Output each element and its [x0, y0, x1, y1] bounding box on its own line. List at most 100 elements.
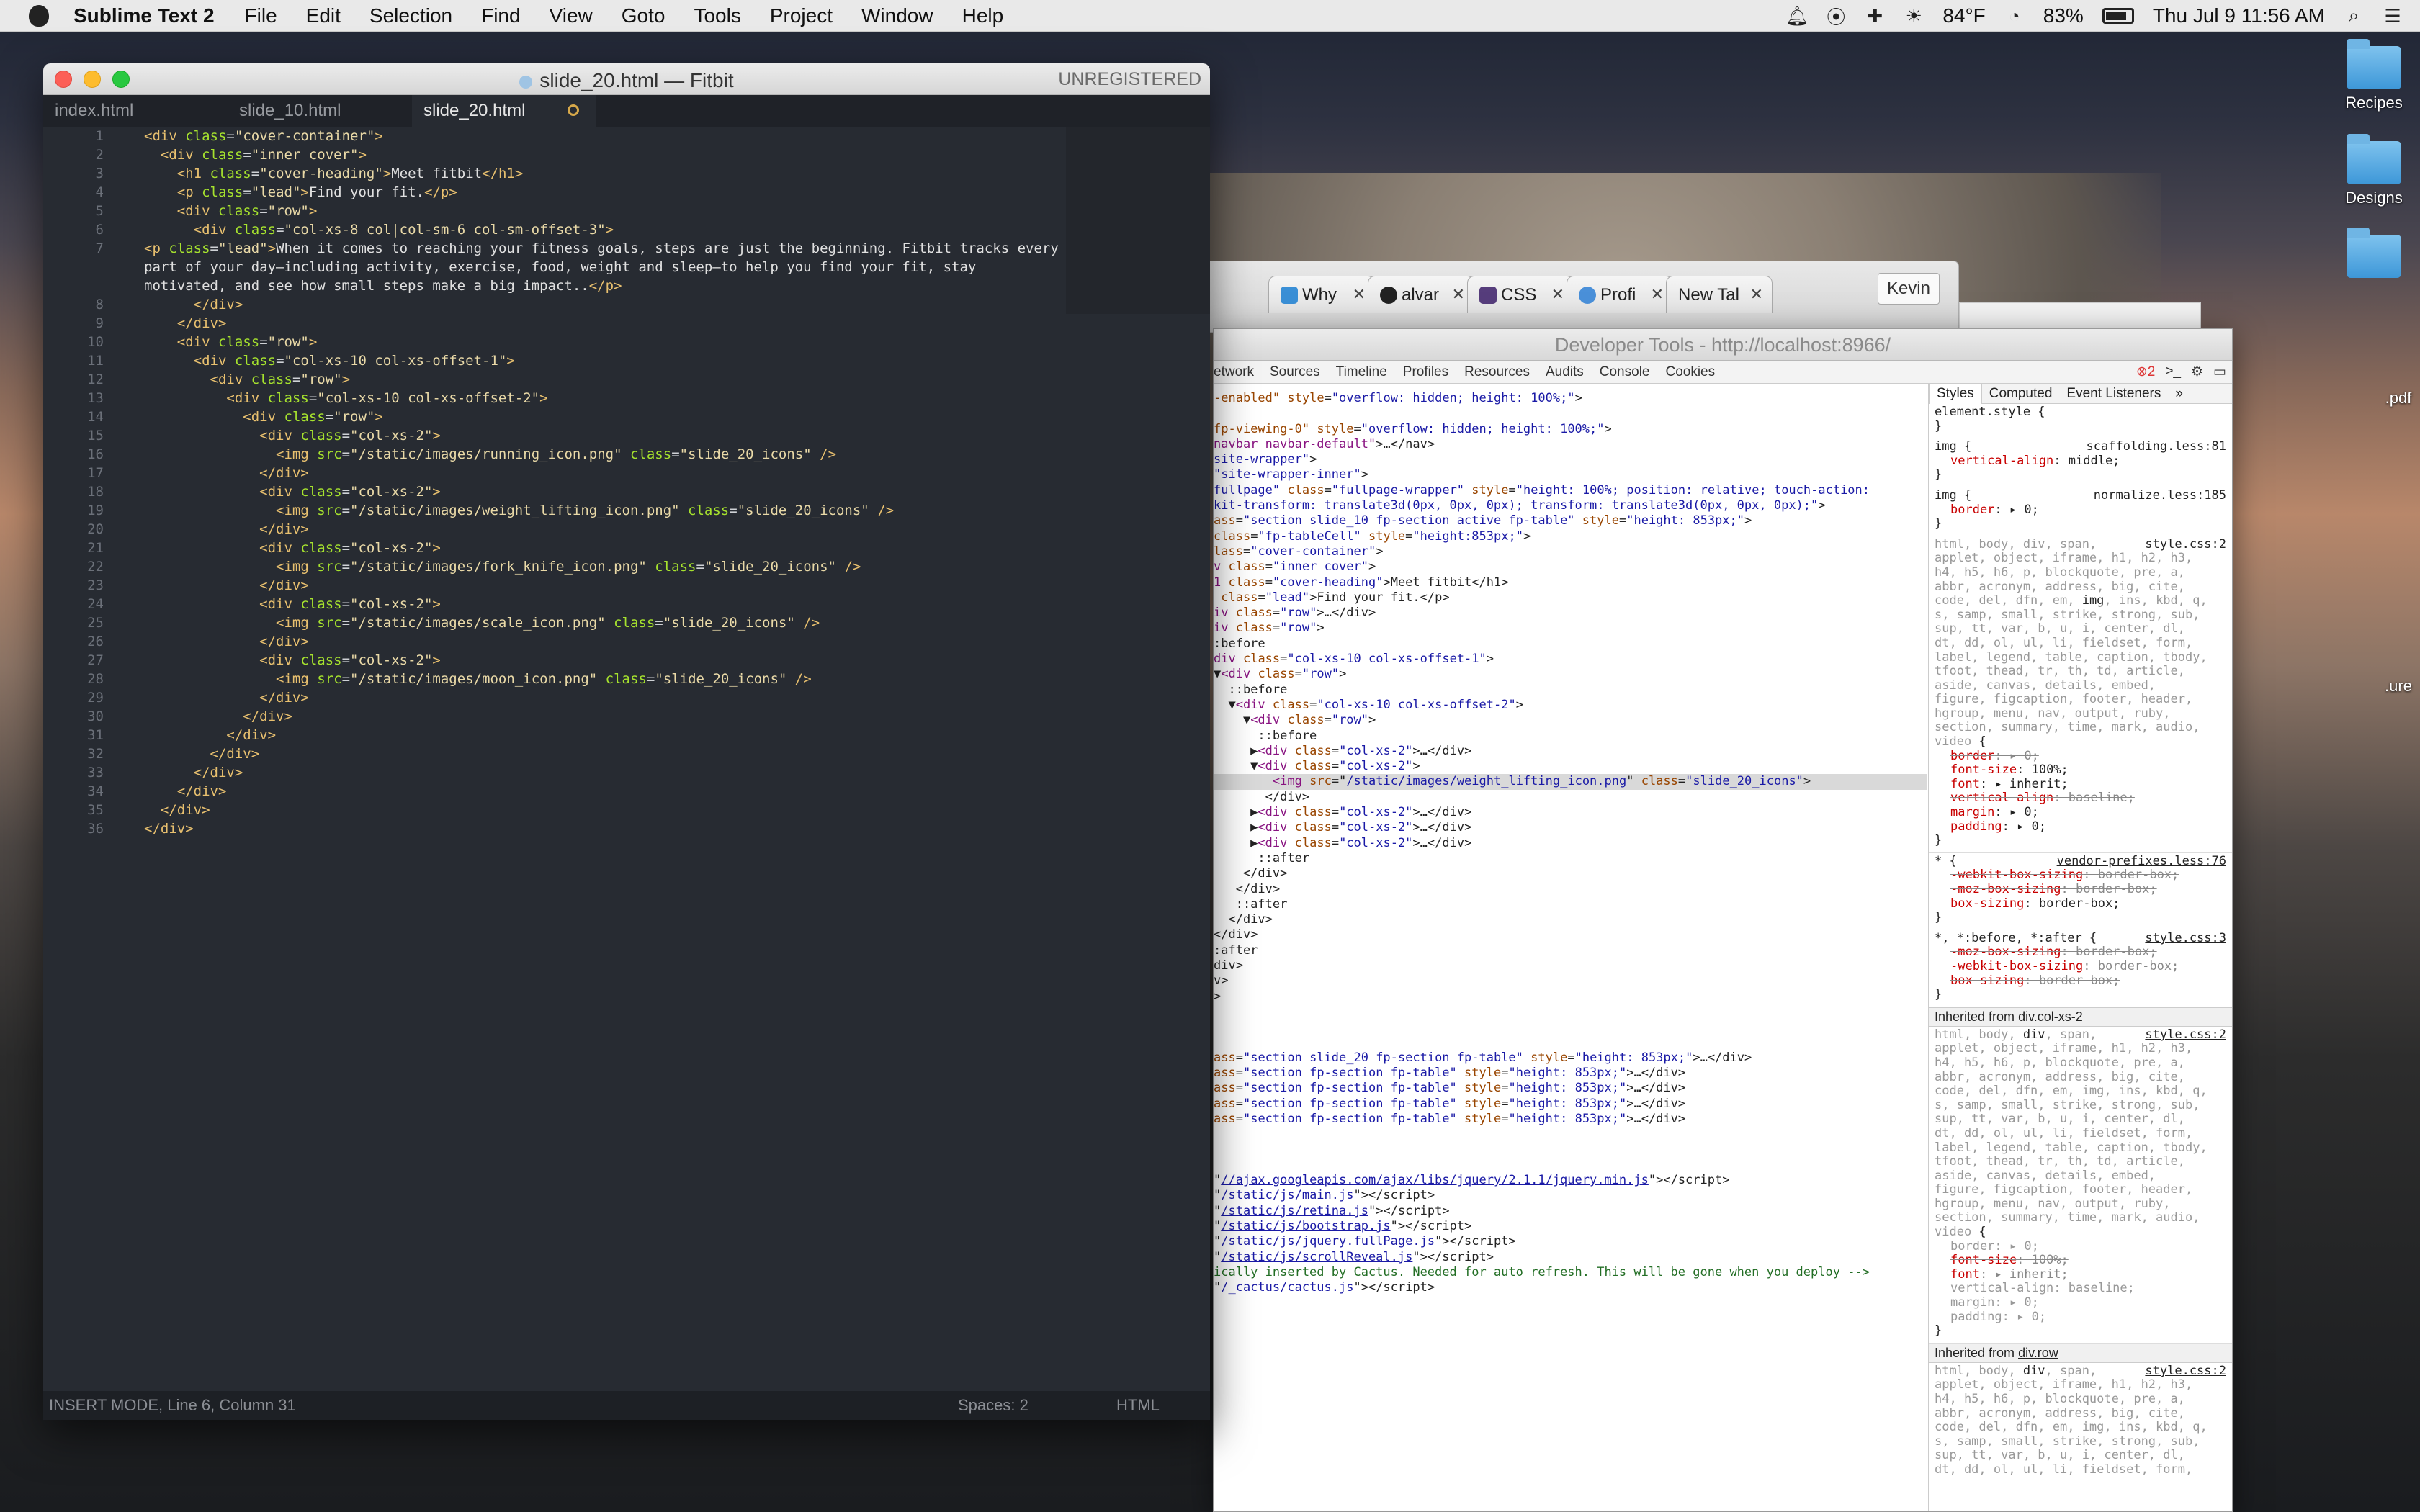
close-tab-icon[interactable]: ✕ [1651, 285, 1664, 304]
code-line[interactable]: <div class="row"> [144, 333, 1066, 351]
code-line[interactable]: <div class="col-xs-2"> [144, 482, 1066, 501]
menu-selection[interactable]: Selection [369, 4, 452, 27]
battery-icon[interactable] [2102, 8, 2134, 24]
desktop-folder[interactable] [2344, 228, 2404, 282]
dom-node[interactable]: ass="section fp-section fp-table" style=… [1214, 1097, 1927, 1112]
dom-node[interactable]: ▶<div class="col-xs-2">…</div> [1214, 805, 1927, 820]
dom-node[interactable]: </div> [1214, 912, 1927, 927]
code-line[interactable]: <div class="col-xs-10 col-xs-offset-2"> [144, 389, 1066, 408]
list-icon[interactable]: ☰ [2383, 5, 2403, 27]
code-line[interactable]: <div class="row"> [144, 370, 1066, 389]
tab-cookies[interactable]: Cookies [1665, 364, 1715, 380]
dom-node[interactable]: fullpage" class="fullpage-wrapper" style… [1214, 483, 1927, 498]
code-line[interactable]: </div> [144, 782, 1066, 801]
dom-node[interactable]: </div> [1214, 866, 1927, 881]
code-line[interactable]: </div> [144, 520, 1066, 539]
selected-dom-node[interactable]: <img src="/static/images/weight_lifting_… [1214, 774, 1927, 790]
css-rule[interactable]: img {vertical-align: middle;} scaffolding… [1929, 438, 2232, 487]
stylesheet-link[interactable]: normalize.less:185 [2094, 488, 2226, 503]
dom-node[interactable]: ▶<div class="col-xs-2">…</div> [1214, 836, 1927, 851]
dom-node[interactable]: iv class="row"> [1214, 621, 1927, 636]
dom-node[interactable]: </div> [1214, 927, 1927, 942]
code-line[interactable]: <img src="/static/images/moon_icon.png" … [144, 670, 1066, 688]
code-line[interactable]: <div class="col-xs-2"> [144, 426, 1066, 445]
profile-button[interactable]: Kevin [1877, 273, 1940, 305]
css-rule[interactable]: html, body, div, span, applet, object, if… [1929, 1363, 2232, 1482]
dom-node[interactable]: v class="inner cover"> [1214, 559, 1927, 575]
browser-tab[interactable]: New Tal ✕ [1666, 276, 1773, 313]
code-line[interactable]: <h1 class="cover-heading">Meet fitbit</h… [144, 164, 1066, 183]
elements-tree[interactable]: -enabled" style="overflow: hidden; heigh… [1214, 384, 1927, 1511]
tab-event-listeners[interactable]: Event Listeners [2059, 386, 2168, 402]
weather-temp[interactable]: 84°F [1942, 4, 1985, 27]
dom-node[interactable] [1214, 1004, 1927, 1020]
tab-timeline[interactable]: Timeline [1336, 364, 1387, 380]
tab-styles[interactable]: Styles [1929, 384, 1982, 404]
code-line[interactable]: </div> [144, 726, 1066, 744]
code-line[interactable]: <div class="cover-container"> [144, 127, 1066, 145]
code-line[interactable]: <div class="col-xs-2"> [144, 651, 1066, 670]
stylesheet-link[interactable]: style.css:3 [2145, 931, 2226, 946]
dom-node[interactable]: ::before [1214, 683, 1927, 698]
desktop-file-ure[interactable]: .ure [2377, 677, 2420, 696]
desktop-folder-designs[interactable]: Designs [2344, 134, 2404, 207]
dom-node[interactable]: "site-wrapper-inner"> [1214, 467, 1927, 482]
menu-view[interactable]: View [550, 4, 593, 27]
menu-project[interactable]: Project [770, 4, 833, 27]
stylesheet-link[interactable]: style.css:2 [2145, 1364, 2226, 1379]
tab-slide-20-html[interactable]: slide_20.html [412, 95, 596, 127]
dom-node[interactable]: ::after [1214, 851, 1927, 866]
dom-node[interactable]: > [1214, 989, 1927, 1004]
tab-sources[interactable]: Sources [1270, 364, 1320, 380]
indentation-setting[interactable]: Spaces: 2 [958, 1396, 1028, 1415]
code-line[interactable]: </div> [144, 632, 1066, 651]
dom-node[interactable]: ass="section fp-section fp-table" style=… [1214, 1081, 1927, 1096]
code-line[interactable]: </div> [144, 763, 1066, 782]
dom-node[interactable]: -enabled" style="overflow: hidden; heigh… [1214, 391, 1927, 406]
dom-node[interactable]: </div> [1214, 790, 1927, 805]
code-line[interactable]: <div class="col-xs-10 col-xs-offset-1"> [144, 351, 1066, 370]
close-tab-icon[interactable]: ✕ [1452, 285, 1465, 304]
dom-node[interactable]: ::after [1214, 897, 1927, 912]
code-line[interactable]: </div> [144, 295, 1066, 314]
dom-node[interactable]: ass="section slide_20 fp-section fp-tabl… [1214, 1050, 1927, 1066]
dom-node[interactable]: v> [1214, 973, 1927, 989]
apple-logo-icon[interactable] [29, 4, 49, 27]
dom-node[interactable]: lass="cover-container"> [1214, 544, 1927, 559]
tab-slide-10-html[interactable]: slide_10.html [228, 95, 412, 127]
menu-find[interactable]: Find [481, 4, 520, 27]
dom-node[interactable] [1214, 1127, 1927, 1142]
code-line[interactable]: <div class="row"> [144, 408, 1066, 426]
code-line[interactable]: <p class="lead">When it comes to reachin… [144, 239, 1066, 295]
unsaved-dot-icon[interactable] [568, 104, 579, 116]
code-line[interactable]: <img src="/static/images/weight_lifting_… [144, 501, 1066, 520]
dom-node[interactable]: 1 class="cover-heading">Meet fitbit</h1> [1214, 575, 1927, 590]
styles-pane[interactable]: element.style {} img {vertical-align: mid… [1929, 404, 2232, 1482]
code-line[interactable]: <img src="/static/images/scale_icon.png"… [144, 613, 1066, 632]
code-line[interactable]: <div class="col-xs-2"> [144, 539, 1066, 557]
dom-node[interactable]: ass="section slide_10 fp-section active … [1214, 513, 1927, 528]
dom-node[interactable]: </div> [1214, 882, 1927, 897]
menu-tools[interactable]: Tools [694, 4, 740, 27]
code-line[interactable]: </div> [144, 464, 1066, 482]
dom-node[interactable] [1214, 406, 1927, 421]
dom-node[interactable] [1214, 1035, 1927, 1050]
dom-node[interactable]: navbar navbar-default">…</nav> [1214, 437, 1927, 452]
css-rule[interactable]: element.style {} [1929, 404, 2232, 439]
error-count[interactable]: ⊗2 [2136, 364, 2156, 380]
tab-resources[interactable]: Resources [1464, 364, 1530, 380]
tab-index-html[interactable]: index.html [43, 95, 228, 127]
dom-node[interactable]: div> [1214, 958, 1927, 973]
dom-node[interactable]: iv class="row">…</div> [1214, 606, 1927, 621]
dom-node[interactable]: ▶<div class="col-xs-2">…</div> [1214, 744, 1927, 759]
stylesheet-link[interactable]: scaffolding.less:81 [2087, 440, 2226, 454]
search-icon[interactable]: ⌕ [2344, 4, 2364, 26]
dom-node[interactable] [1214, 1158, 1927, 1173]
dom-node[interactable]: :before [1214, 636, 1927, 652]
dom-node[interactable]: fp-viewing-0" style="overflow: hidden; h… [1214, 422, 1927, 437]
console-drawer-icon[interactable]: >_ [2165, 364, 2181, 380]
menu-help[interactable]: Help [962, 4, 1004, 27]
dom-node[interactable] [1214, 1143, 1927, 1158]
wifi-icon[interactable]: ◔ [2004, 5, 2025, 27]
code-line[interactable]: </div> [144, 707, 1066, 726]
